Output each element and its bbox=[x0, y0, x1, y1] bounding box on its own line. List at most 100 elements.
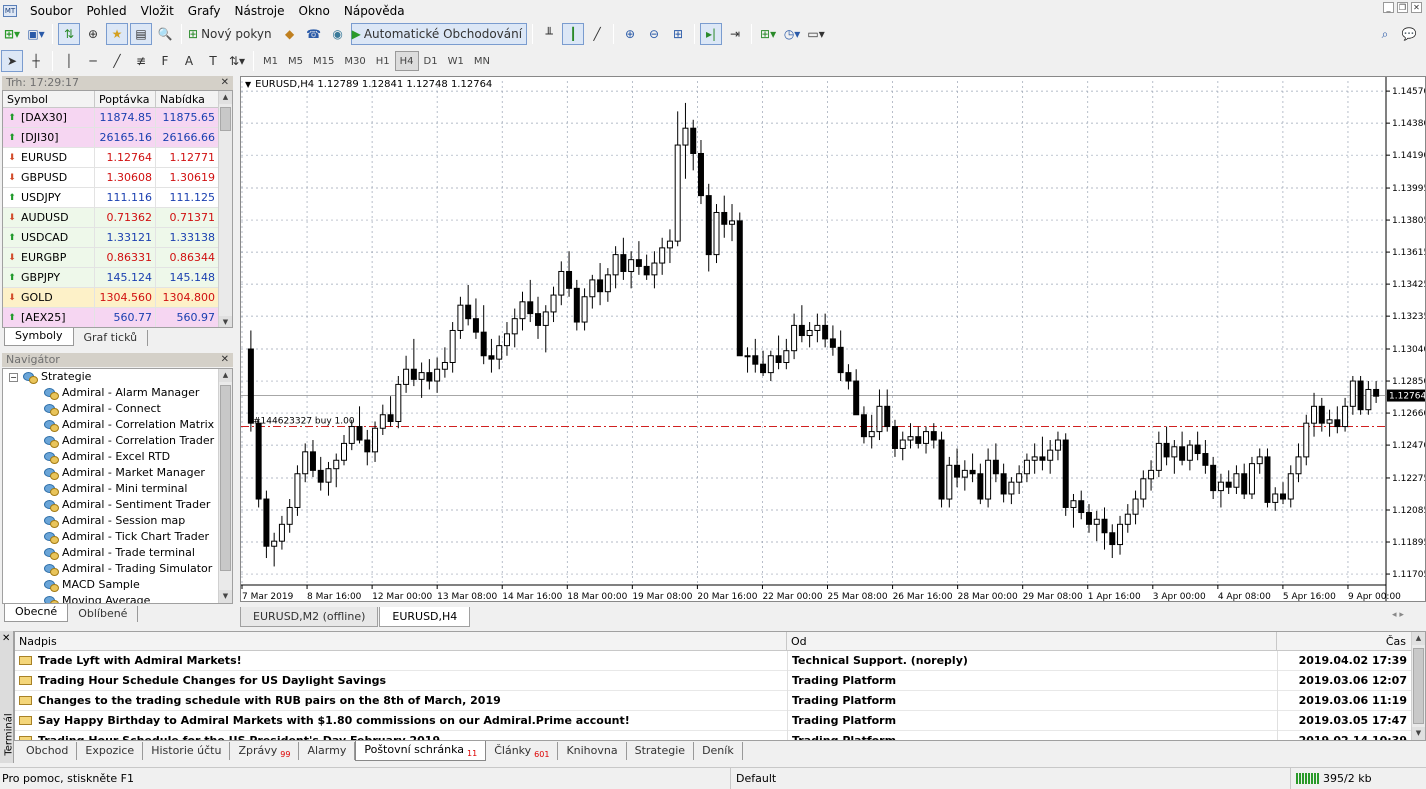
minimize-icon[interactable]: _ bbox=[1383, 2, 1394, 13]
market-watch-scrollbar[interactable]: ▲ ▼ bbox=[218, 91, 232, 327]
nav-item-admiral-tick-chart-trader[interactable]: Admiral - Tick Chart Trader bbox=[3, 529, 232, 545]
scroll-thumb[interactable] bbox=[220, 385, 231, 571]
templates-icon[interactable]: ▭▾ bbox=[805, 23, 827, 45]
new-chart-icon[interactable]: ⊞▾ bbox=[1, 23, 23, 45]
menu-item[interactable]: Pohled bbox=[79, 4, 133, 18]
nav-item-admiral-market-manager[interactable]: Admiral - Market Manager bbox=[3, 465, 232, 481]
market-watch-row[interactable]: ⬇ GOLD 1304.560 1304.800 bbox=[3, 287, 232, 308]
tab-strategie[interactable]: Strategie bbox=[627, 742, 695, 760]
nav-item-admiral-excel-rtd[interactable]: Admiral - Excel RTD bbox=[3, 449, 232, 465]
column-header-ask[interactable]: Nabídka bbox=[156, 91, 219, 107]
market-watch-row[interactable]: ⬆ [AEX25] 560.77 560.97 bbox=[3, 307, 232, 327]
text-icon[interactable]: A bbox=[178, 50, 200, 72]
market-watch-row[interactable]: ⬆ USDJPY 111.116 111.125 bbox=[3, 187, 232, 208]
column-header-title[interactable]: Nadpis bbox=[15, 632, 787, 650]
data-window-icon[interactable]: ⊕ bbox=[82, 23, 104, 45]
autoscroll-icon[interactable]: ▸| bbox=[700, 23, 723, 45]
search-icon[interactable]: ⌕ bbox=[1374, 23, 1396, 45]
nav-item-macd-sample[interactable]: MACD Sample bbox=[3, 577, 232, 593]
close-icon[interactable]: ✕ bbox=[1411, 2, 1422, 13]
column-header-from[interactable]: Od bbox=[787, 632, 1277, 650]
strategy-tester-icon[interactable]: 🔍 bbox=[154, 23, 176, 45]
close-icon[interactable]: ✕ bbox=[2, 633, 10, 644]
vertical-line-icon[interactable]: │ bbox=[58, 50, 80, 72]
new-order-button[interactable]: ⊞ Nový pokyn bbox=[187, 23, 277, 45]
chart-window[interactable]: 1.14570 1.14380 1.14190 1.13995 1.13805 1.136… bbox=[240, 76, 1426, 602]
mail-row[interactable]: Changes to the trading schedule with RUB… bbox=[15, 690, 1425, 711]
nav-item-admiral-sentiment-trader[interactable]: Admiral - Sentiment Trader bbox=[3, 497, 232, 513]
market-watch-row[interactable]: ⬆ [DAX30] 11874.85 11875.65 bbox=[3, 107, 232, 128]
zoom-in-icon[interactable]: ⊕ bbox=[619, 23, 641, 45]
nav-root[interactable]: − Strategie bbox=[3, 369, 232, 385]
timeframe-h4-button[interactable]: H4 bbox=[394, 51, 419, 71]
zoom-out-icon[interactable]: ⊖ bbox=[643, 23, 665, 45]
market-icon[interactable]: ◉ bbox=[327, 23, 349, 45]
timeframe-w1-button[interactable]: W1 bbox=[443, 51, 469, 71]
channel-icon[interactable]: ≢ bbox=[130, 50, 152, 72]
crosshair-icon[interactable]: ┼ bbox=[25, 50, 47, 72]
tab-knihovna[interactable]: Knihovna bbox=[558, 742, 627, 760]
chat-icon[interactable]: 💬 bbox=[1398, 23, 1420, 45]
nav-item-admiral-correlation-trader[interactable]: Admiral - Correlation Trader bbox=[3, 433, 232, 449]
navigator-toggle-icon[interactable]: ★ bbox=[106, 23, 128, 45]
nav-item-admiral-trade-terminal[interactable]: Admiral - Trade terminal bbox=[3, 545, 232, 561]
profiles-icon[interactable]: ▣▾ bbox=[25, 23, 47, 45]
market-watch-toggle-icon[interactable]: ⇅ bbox=[58, 23, 80, 45]
restore-icon[interactable]: ❐ bbox=[1397, 2, 1408, 13]
nav-item-admiral-correlation-matrix[interactable]: Admiral - Correlation Matrix bbox=[3, 417, 232, 433]
horizontal-line-icon[interactable]: ─ bbox=[82, 50, 104, 72]
arrows-icon[interactable]: ⇅▾ bbox=[226, 50, 248, 72]
tab-favorites[interactable]: Oblíbené bbox=[68, 606, 139, 622]
market-watch-row[interactable]: ⬇ EURUSD 1.12764 1.12771 bbox=[3, 147, 232, 168]
market-watch-row[interactable]: ⬇ GBPUSD 1.30608 1.30619 bbox=[3, 167, 232, 188]
scroll-down-icon[interactable]: ▼ bbox=[219, 590, 232, 603]
timeframe-m1-button[interactable]: M1 bbox=[258, 51, 283, 71]
tab-den-k[interactable]: Deník bbox=[694, 742, 743, 760]
column-header-time[interactable]: Čas bbox=[1277, 632, 1413, 650]
scroll-thumb[interactable] bbox=[1413, 648, 1424, 724]
column-header-bid[interactable]: Poptávka bbox=[95, 91, 156, 107]
scroll-down-icon[interactable]: ▼ bbox=[1412, 727, 1425, 740]
chart-dropdown-icon[interactable]: ▼ bbox=[245, 80, 251, 89]
market-watch-row[interactable]: ⬆ [DJI30] 26165.16 26166.66 bbox=[3, 127, 232, 148]
candlestick-chart[interactable]: 1.14570 1.14380 1.14190 1.13995 1.13805 1.136… bbox=[241, 77, 1425, 601]
text-label-icon[interactable]: T bbox=[202, 50, 224, 72]
auto-trading-button[interactable]: ▶ Automatické Obchodování bbox=[350, 23, 528, 45]
timeframe-h1-button[interactable]: H1 bbox=[371, 51, 395, 71]
tab-obchod[interactable]: Obchod bbox=[18, 742, 78, 760]
terminal-scrollbar[interactable]: ▲ ▼ bbox=[1411, 632, 1425, 740]
tab-alarmy[interactable]: Alarmy bbox=[299, 742, 356, 760]
scroll-thumb[interactable] bbox=[220, 107, 231, 131]
menu-item[interactable]: Okno bbox=[292, 4, 337, 18]
cursor-icon[interactable]: ➤ bbox=[1, 50, 23, 72]
meta-editor-icon[interactable]: ◆ bbox=[279, 23, 301, 45]
menu-item[interactable]: Nápověda bbox=[337, 4, 412, 18]
menu-item[interactable]: Nástroje bbox=[228, 4, 292, 18]
tab-expozice[interactable]: Expozice bbox=[77, 742, 144, 760]
tab-eurusd-m2[interactable]: EURUSD,M2 (offline) bbox=[240, 607, 379, 627]
collapse-icon[interactable]: − bbox=[9, 372, 18, 382]
nav-item-admiral-session-map[interactable]: Admiral - Session map bbox=[3, 513, 232, 529]
menu-item[interactable]: Grafy bbox=[181, 4, 228, 18]
menu-item[interactable]: Vložit bbox=[134, 4, 181, 18]
tile-windows-icon[interactable]: ⊞ bbox=[667, 23, 689, 45]
tab-general[interactable]: Obecné bbox=[4, 604, 69, 622]
menu-item[interactable]: Soubor bbox=[23, 4, 79, 18]
scroll-up-icon[interactable]: ▲ bbox=[219, 91, 232, 104]
nav-item-admiral-alarm-manager[interactable]: Admiral - Alarm Manager bbox=[3, 385, 232, 401]
timeframe-m5-button[interactable]: M5 bbox=[283, 51, 308, 71]
mail-row[interactable]: Trading Hour Schedule Changes for US Day… bbox=[15, 670, 1425, 691]
trendline-icon[interactable]: ╱ bbox=[106, 50, 128, 72]
mail-row[interactable]: Say Happy Birthday to Admiral Markets wi… bbox=[15, 710, 1425, 731]
column-header-symbol[interactable]: Symbol bbox=[3, 91, 95, 107]
line-chart-icon[interactable]: ╱ bbox=[586, 23, 608, 45]
market-watch-row[interactable]: ⬇ AUDUSD 0.71362 0.71371 bbox=[3, 207, 232, 228]
tab-tick-chart[interactable]: Graf ticků bbox=[74, 330, 149, 346]
tab-historie-tu[interactable]: Historie účtu bbox=[143, 742, 231, 760]
terminal-toggle-icon[interactable]: ▤ bbox=[130, 23, 152, 45]
market-watch-row[interactable]: ⬆ GBPJPY 145.124 145.148 bbox=[3, 267, 232, 288]
close-icon[interactable]: ✕ bbox=[221, 353, 229, 367]
tab-eurusd-h4[interactable]: EURUSD,H4 bbox=[379, 607, 471, 627]
nav-item-admiral-connect[interactable]: Admiral - Connect bbox=[3, 401, 232, 417]
timeframe-m30-button[interactable]: M30 bbox=[339, 51, 370, 71]
